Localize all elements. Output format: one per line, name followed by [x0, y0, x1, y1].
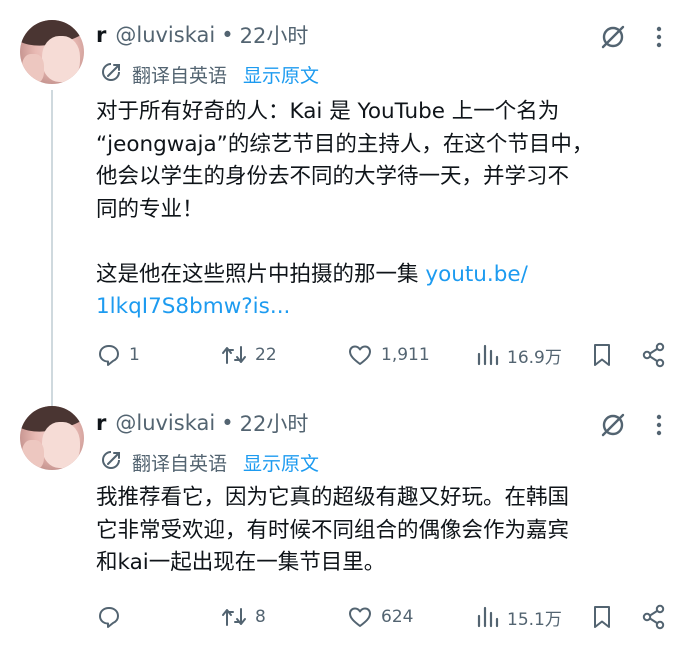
youtube-link[interactable]: youtu.be/ [425, 262, 528, 287]
action-bar: 8 624 15.1万 [96, 602, 676, 632]
view-count: 16.9万 [507, 347, 562, 368]
reply-count: 1 [129, 345, 140, 365]
share-icon [642, 604, 665, 630]
action-bar: 1 22 1,911 16.9万 [96, 340, 676, 370]
tweet-text: 对于所有好奇的人：Kai 是 YouTube 上一个名为 “jeongwaja”… [96, 96, 666, 324]
translate-icon [100, 61, 132, 88]
tweet-text-line: 他会以学生的身份去不同的大学待一天，并学习不 [96, 164, 570, 189]
translate-icon [100, 449, 132, 476]
like-button[interactable]: 624 [346, 602, 413, 632]
timestamp[interactable]: 22小时 [240, 408, 309, 438]
share-button[interactable] [640, 340, 675, 370]
views-button[interactable]: 15.1万 [474, 602, 562, 632]
youtube-link-continued[interactable]: 1lkqI7S8bmw?is... [96, 294, 290, 319]
views-button[interactable]: 16.9万 [474, 340, 562, 370]
translation-notice: 翻译自英语 显示原文 [100, 60, 319, 88]
like-count: 1,911 [381, 345, 430, 365]
bookmark-button[interactable] [590, 340, 621, 370]
tweet-text-line: 这是他在这些照片中拍摄的那一集 [96, 261, 426, 287]
separator-dot: • [221, 411, 234, 435]
separator-dot: • [221, 23, 234, 47]
like-button[interactable]: 1,911 [346, 340, 430, 370]
bookmark-icon [594, 344, 610, 366]
retweet-count: 22 [255, 345, 277, 365]
view-count: 15.1万 [507, 609, 562, 630]
tweet-text-line: 对于所有好奇的人：Kai 是 YouTube 上一个名为 [96, 99, 560, 124]
reply-button[interactable] [96, 602, 129, 632]
heart-icon [349, 345, 371, 365]
avatar[interactable] [20, 406, 84, 470]
thread-connector-line [51, 90, 53, 410]
tweet-header: r @luviskai • 22小时 [96, 408, 308, 438]
tweet-text: 我推荐看它，因为它真的超级有趣又好玩。在韩国 它非常受欢迎，有时候不同组合的偶像… [96, 482, 666, 580]
translated-from-label: 翻译自英语 [132, 64, 228, 87]
reply-icon [99, 345, 119, 366]
reply-button[interactable]: 1 [96, 340, 140, 370]
reply-icon [99, 607, 119, 628]
display-name[interactable]: r [96, 411, 106, 435]
retweet-button[interactable]: 22 [220, 340, 277, 370]
tweet-text-line: 我推荐看它，因为它真的超级有趣又好玩。在韩国 [96, 485, 570, 510]
retweet-icon [222, 608, 246, 626]
tweet-text-line: 它非常受欢迎，有时候不同组合的偶像会作为嘉宾 [96, 517, 570, 543]
tweet-text-line: 和kai一起出现在一集节目里。 [96, 550, 386, 575]
tweet-text-line: 同的专业！ [96, 196, 204, 222]
tweet-header: r @luviskai • 22小时 [96, 20, 308, 50]
grok-icon[interactable] [598, 410, 628, 440]
grok-icon[interactable] [598, 22, 628, 52]
tweet-1[interactable]: r @luviskai • 22小时 翻译自英语 显示原文 我推荐看它，因为它真… [0, 392, 690, 658]
like-count: 624 [381, 607, 414, 627]
display-name[interactable]: r [96, 23, 106, 47]
more-icon[interactable] [648, 410, 670, 440]
retweet-button[interactable]: 8 [220, 602, 266, 632]
more-icon[interactable] [648, 22, 670, 52]
show-original-link[interactable]: 显示原文 [243, 61, 319, 88]
translated-from-label: 翻译自英语 [132, 452, 228, 475]
heart-icon [349, 607, 371, 627]
retweet-icon [222, 346, 246, 364]
show-original-link[interactable]: 显示原文 [243, 449, 319, 476]
user-handle[interactable]: @luviskai [115, 411, 215, 435]
bookmark-icon [594, 606, 610, 628]
tweet-text-line: “jeongwaja”的综艺节目的主持人，在这个节目中， [96, 131, 594, 157]
views-icon [477, 606, 499, 628]
timestamp[interactable]: 22小时 [240, 20, 309, 50]
retweet-count: 8 [255, 607, 266, 627]
translation-notice: 翻译自英语 显示原文 [100, 448, 319, 476]
share-button[interactable] [640, 602, 675, 632]
views-icon [477, 344, 499, 366]
user-handle[interactable]: @luviskai [115, 23, 215, 47]
tweet-0[interactable]: r @luviskai • 22小时 翻译自英语 显示原文 对于所有好奇的人：K… [0, 0, 690, 410]
avatar[interactable] [20, 20, 84, 84]
bookmark-button[interactable] [590, 602, 621, 632]
share-icon [642, 342, 665, 368]
